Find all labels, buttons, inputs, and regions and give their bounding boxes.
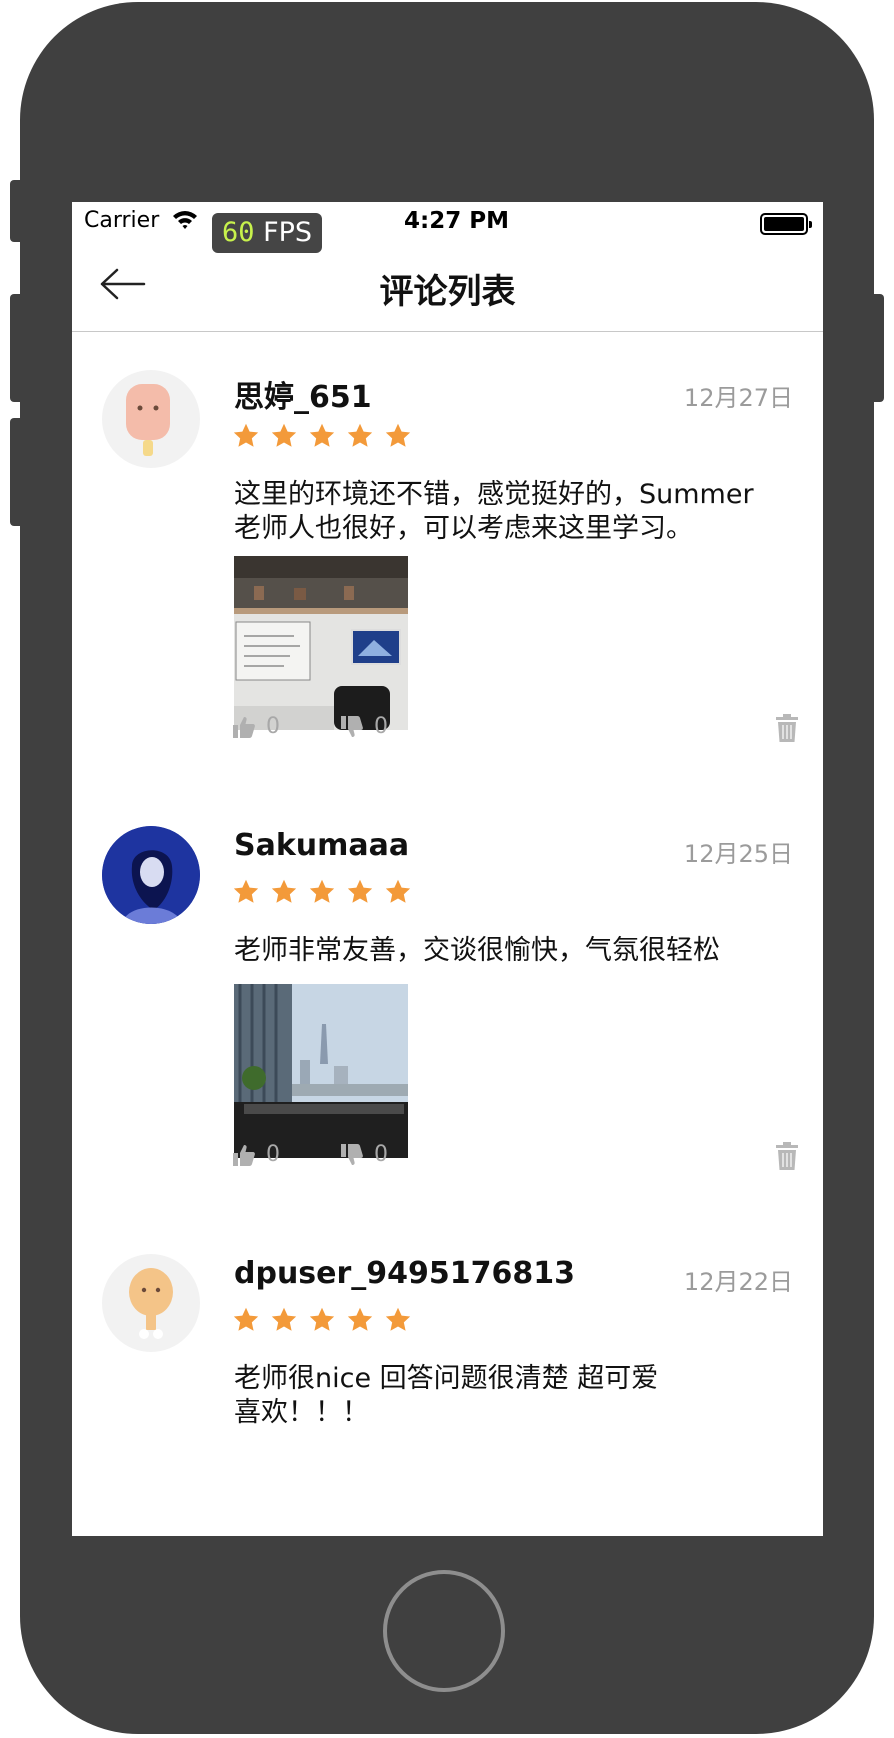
comment-photo[interactable] [234, 984, 408, 1158]
comment-item: dpuser_9495176813 12月22日 老师很nice 回答问题很清楚… [72, 1216, 823, 1536]
dislike-count: 0 [374, 714, 388, 739]
comment-date: 12月22日 [683, 1268, 793, 1296]
popsicle-icon [126, 384, 170, 456]
comment-text-line: 老师非常友善，交谈很愉快，气氛很轻松 [234, 935, 720, 966]
comment-text: 这里的环境还不错，感觉挺好的，Summer 老师人也很好，可以考虑来这里学习。 [234, 478, 794, 546]
battery-icon [760, 213, 812, 235]
dislike-button[interactable]: 0 [340, 714, 388, 739]
comment-text-line: 喜欢！！！ [234, 1397, 369, 1428]
star-icon [271, 879, 297, 903]
dislike-button[interactable]: 0 [340, 1142, 388, 1167]
avatar[interactable] [102, 370, 200, 468]
avatar[interactable] [102, 1254, 200, 1352]
user-photo [102, 826, 200, 924]
star-icon [309, 1307, 335, 1331]
comment-text-line: 老师人也很好，可以考虑来这里学习。 [234, 513, 693, 544]
star-icon [347, 879, 373, 903]
thumbs-up-icon [233, 716, 255, 738]
like-button[interactable]: 0 [232, 1142, 280, 1167]
wifi-icon [173, 211, 197, 229]
status-time: 4:27 PM [404, 208, 509, 234]
volume-up-button [10, 294, 24, 402]
star-icon [233, 1307, 259, 1331]
star-icon [271, 423, 297, 447]
comment-list[interactable]: 思婷_651 12月27日 这里的环境还不错，感觉挺好的，Summer 老师人也… [72, 332, 823, 1536]
navigation-bar: 评论列表 [72, 242, 823, 332]
office-photo [234, 556, 408, 730]
comment-text: 老师很nice 回答问题很清楚 超可爱 喜欢！！！ [234, 1362, 794, 1430]
star-icon [309, 423, 335, 447]
home-button[interactable] [383, 1570, 505, 1692]
star-icon [309, 879, 335, 903]
like-count: 0 [266, 714, 280, 739]
user-name[interactable]: Sakumaaa [234, 828, 409, 863]
thumbs-down-icon [341, 715, 363, 737]
screen: Carrier 60 FPS 4:27 PM 评论列表 思婷_651 12月27… [72, 202, 823, 1536]
thumbs-up-icon [233, 1144, 255, 1166]
like-count: 0 [266, 1142, 280, 1167]
chicken-leg-icon [129, 1268, 173, 1339]
star-icon [347, 1307, 373, 1331]
trash-icon[interactable] [776, 714, 798, 742]
thumbs-down-icon [341, 1143, 363, 1165]
star-icon [385, 879, 411, 903]
star-icon [385, 1307, 411, 1331]
rating-stars [232, 1306, 412, 1334]
mute-switch [10, 180, 24, 242]
status-bar: Carrier 60 FPS 4:27 PM [72, 202, 823, 253]
dislike-count: 0 [374, 1142, 388, 1167]
comment-item: 思婷_651 12月27日 这里的环境还不错，感觉挺好的，Summer 老师人也… [72, 332, 823, 788]
volume-down-button [10, 418, 24, 526]
carrier-label: Carrier [84, 208, 160, 233]
like-button[interactable]: 0 [232, 714, 280, 739]
user-name[interactable]: 思婷_651 [234, 372, 372, 416]
rating-stars [232, 878, 412, 906]
comment-actions: 0 0 [232, 714, 802, 754]
comment-photo[interactable] [234, 556, 408, 730]
comment-actions: 0 0 [232, 1142, 802, 1182]
comment-date: 12月25日 [683, 840, 793, 868]
star-icon [233, 423, 259, 447]
star-icon [233, 879, 259, 903]
user-name[interactable]: dpuser_9495176813 [234, 1256, 575, 1291]
avatar[interactable] [102, 826, 200, 924]
star-icon [271, 1307, 297, 1331]
window-view-photo [234, 984, 408, 1158]
star-icon [347, 423, 373, 447]
rating-stars [232, 422, 412, 450]
comment-text: 老师非常友善，交谈很愉快，气氛很轻松 [234, 934, 794, 968]
comment-text-line: 这里的环境还不错，感觉挺好的，Summer [234, 479, 754, 510]
comment-date: 12月27日 [683, 384, 793, 412]
star-icon [385, 423, 411, 447]
trash-icon[interactable] [776, 1142, 798, 1170]
comment-item: Sakumaaa 12月25日 老师非常友善，交谈很愉快，气氛很轻松 0 0 [72, 788, 823, 1216]
power-button [870, 294, 884, 402]
page-title: 评论列表 [379, 272, 516, 312]
comment-text-line: 老师很nice 回答问题很清楚 超可爱 [234, 1363, 659, 1394]
